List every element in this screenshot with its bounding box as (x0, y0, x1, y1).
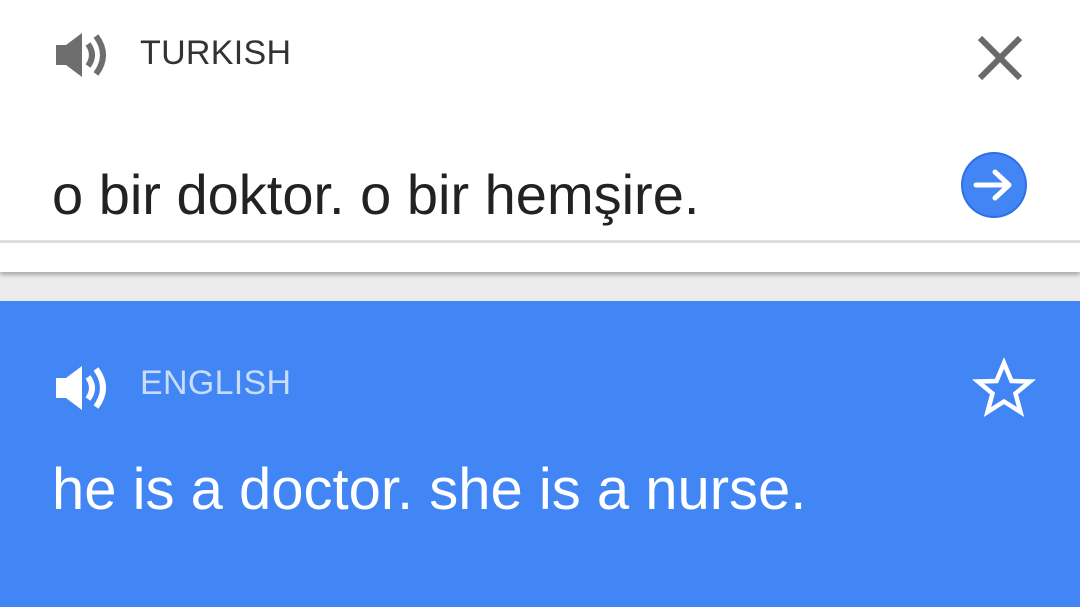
translation-result-panel: ENGLISH he is a doctor. she is a nurse. (0, 301, 1080, 607)
source-panel: TURKISH o bir doktor. o bir hemşire. (0, 0, 1080, 272)
source-language-label[interactable]: TURKISH (140, 34, 291, 73)
close-icon (977, 35, 1023, 81)
save-translation-button[interactable] (970, 355, 1038, 423)
translation-text: he is a doctor. she is a nurse. (52, 457, 807, 522)
speaker-icon[interactable] (52, 24, 114, 86)
input-underline (0, 240, 1080, 243)
target-language-label[interactable]: ENGLISH (140, 364, 291, 403)
translate-button[interactable] (959, 150, 1029, 220)
speaker-icon[interactable] (52, 357, 114, 419)
arrow-right-circle-icon (961, 152, 1027, 218)
close-button[interactable] (972, 30, 1028, 86)
source-text-input[interactable]: o bir doktor. o bir hemşire. (52, 162, 699, 227)
star-outline-icon (971, 357, 1037, 418)
